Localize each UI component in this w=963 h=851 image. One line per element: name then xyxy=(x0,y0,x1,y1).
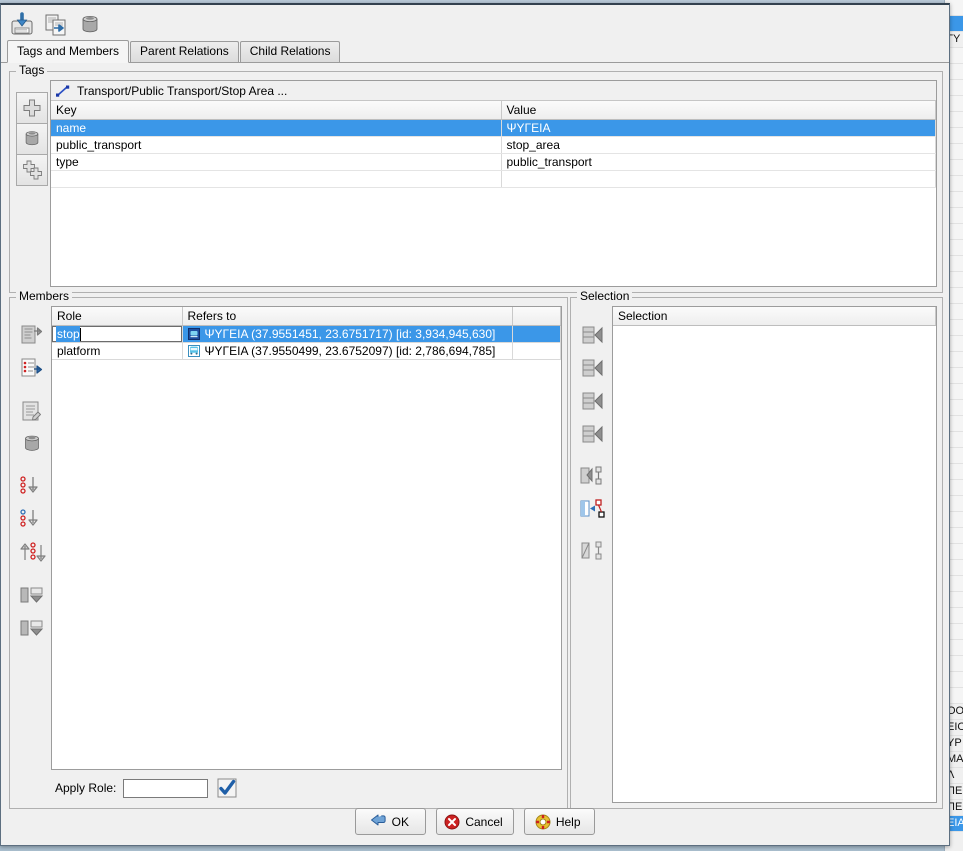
relation-editor-dialog: Tags and Members Parent Relations Child … xyxy=(0,3,950,846)
member-refers-to-label: ΨΥΓΕΙΑ (37.9551451, 23.6751717) [id: 3,9… xyxy=(205,326,496,342)
node-stop-icon xyxy=(188,328,200,340)
tags-col-key[interactable]: Key xyxy=(51,101,501,120)
member-role-cell[interactable]: stop xyxy=(52,326,182,343)
tag-key-cell[interactable]: public_transport xyxy=(51,137,501,154)
add-many-tags-button[interactable] xyxy=(16,154,48,186)
download-incomplete-button[interactable] xyxy=(576,459,610,492)
ok-button[interactable]: OK xyxy=(355,808,426,835)
members-col-refers-to[interactable]: Refers to xyxy=(182,307,512,326)
selection-panel: Selection xyxy=(570,297,943,809)
table-row[interactable]: type public_transport xyxy=(51,154,936,171)
members-table: Role Refers to stop xyxy=(52,307,561,360)
preset-label: Transport/Public Transport/Stop Area ... xyxy=(77,84,287,98)
cancel-icon xyxy=(444,814,460,830)
cancel-button-label: Cancel xyxy=(465,815,502,829)
tag-value-cell[interactable]: public_transport xyxy=(501,154,936,171)
relation-toolbar xyxy=(1,5,949,42)
tags-sidebar xyxy=(16,80,48,287)
member-extra-cell[interactable] xyxy=(512,343,561,360)
copy-after-button[interactable] xyxy=(576,417,610,450)
selection-header-row: Selection xyxy=(613,307,936,326)
edit-member-button[interactable] xyxy=(15,394,49,427)
tags-col-value[interactable]: Value xyxy=(501,101,936,120)
selection-table: Selection xyxy=(613,307,936,326)
tag-key-cell-empty[interactable] xyxy=(51,171,501,188)
member-role-editor[interactable]: stop xyxy=(52,326,182,342)
add-tag-button[interactable] xyxy=(16,92,48,124)
tag-key-cell[interactable]: type xyxy=(51,154,501,171)
members-panel: Members xyxy=(9,297,568,809)
tab-parent-relations[interactable]: Parent Relations xyxy=(130,41,239,62)
member-refers-to-cell[interactable]: ΨΥΓΕΙΑ (37.9550499, 23.6752097) [id: 2,7… xyxy=(182,343,512,360)
duplicate-relation-icon[interactable] xyxy=(41,10,71,40)
selection-panel-caption: Selection xyxy=(577,290,632,303)
dialog-button-bar: OK Cancel Help xyxy=(1,808,949,835)
apply-role-input[interactable] xyxy=(123,779,208,798)
bus-platform-icon xyxy=(188,345,200,357)
member-refers-to-cell[interactable]: ΨΥΓΕΙΑ (37.9551451, 23.6751717) [id: 3,9… xyxy=(182,326,512,343)
help-button-label: Help xyxy=(556,815,581,829)
selection-sidebar xyxy=(576,306,610,803)
cancel-button[interactable]: Cancel xyxy=(436,808,513,835)
tags-table-wrap[interactable]: Key Value name ΨΥΓΕΙΑ public_transport xyxy=(51,101,936,286)
way-icon xyxy=(55,84,71,98)
members-table-container[interactable]: Role Refers to stop xyxy=(51,306,562,770)
tags-header-row: Key Value xyxy=(51,101,936,120)
member-role-value: stop xyxy=(56,326,80,342)
delete-relation-icon[interactable] xyxy=(75,10,105,40)
tag-value-cell[interactable]: ΨΥΓΕΙΑ xyxy=(501,120,936,137)
apply-role-label: Apply Role: xyxy=(55,781,116,795)
preset-line[interactable]: Transport/Public Transport/Stop Area ... xyxy=(51,81,936,101)
members-sidebar xyxy=(15,306,49,770)
tags-table-container: Transport/Public Transport/Stop Area ...… xyxy=(50,80,937,287)
delete-tag-button[interactable] xyxy=(16,123,48,155)
move-down-button[interactable] xyxy=(15,612,49,645)
sort-members-button[interactable] xyxy=(15,470,49,503)
table-row[interactable]: name ΨΥΓΕΙΑ xyxy=(51,120,936,137)
add-selection-bottom-button[interactable] xyxy=(15,351,49,384)
lifebuoy-icon xyxy=(535,814,551,830)
help-button[interactable]: Help xyxy=(524,808,595,835)
tag-key-cell[interactable]: name xyxy=(51,120,501,137)
ok-arrow-icon xyxy=(370,814,387,830)
apply-role-bar: Apply Role: xyxy=(15,773,562,803)
members-header-row: Role Refers to xyxy=(52,307,561,326)
members-panel-caption: Members xyxy=(16,290,72,303)
tag-value-cell-empty[interactable] xyxy=(501,171,936,188)
apply-role-confirm-button[interactable] xyxy=(215,776,239,800)
select-in-relation-button[interactable] xyxy=(576,534,610,567)
move-up-button[interactable] xyxy=(15,579,49,612)
sort-below-button[interactable] xyxy=(15,503,49,536)
table-row[interactable]: public_transport stop_area xyxy=(51,137,936,154)
table-row[interactable]: stop xyxy=(52,326,561,343)
copy-to-bottom-button[interactable] xyxy=(576,351,610,384)
add-selection-top-button[interactable] xyxy=(15,318,49,351)
tag-value-cell[interactable]: stop_area xyxy=(501,137,936,154)
member-extra-cell[interactable] xyxy=(512,326,561,343)
remove-member-button[interactable] xyxy=(15,427,49,460)
download-relation-icon[interactable] xyxy=(7,10,37,40)
selection-col-header[interactable]: Selection xyxy=(613,307,936,326)
member-refers-to-label: ΨΥΓΕΙΑ (37.9550499, 23.6752097) [id: 2,7… xyxy=(205,343,496,359)
select-members-button[interactable] xyxy=(576,492,610,525)
tags-panel: Tags xyxy=(9,71,943,293)
table-row-empty[interactable] xyxy=(51,171,936,188)
table-row[interactable]: platform xyxy=(52,343,561,360)
text-caret xyxy=(80,328,81,341)
tabbar: Tags and Members Parent Relations Child … xyxy=(1,42,949,63)
tab-tags-and-members[interactable]: Tags and Members xyxy=(7,40,129,63)
ok-button-label: OK xyxy=(392,815,409,829)
tags-panel-caption: Tags xyxy=(16,64,47,77)
member-role-cell[interactable]: platform xyxy=(52,343,182,360)
selection-table-container[interactable]: Selection xyxy=(612,306,937,803)
copy-before-button[interactable] xyxy=(576,384,610,417)
tags-table: Key Value name ΨΥΓΕΙΑ public_transport xyxy=(51,101,936,188)
members-col-extra[interactable] xyxy=(512,307,561,326)
tab-child-relations[interactable]: Child Relations xyxy=(240,41,341,62)
members-col-role[interactable]: Role xyxy=(52,307,182,326)
reverse-members-button[interactable] xyxy=(15,536,49,569)
copy-to-top-button[interactable] xyxy=(576,318,610,351)
